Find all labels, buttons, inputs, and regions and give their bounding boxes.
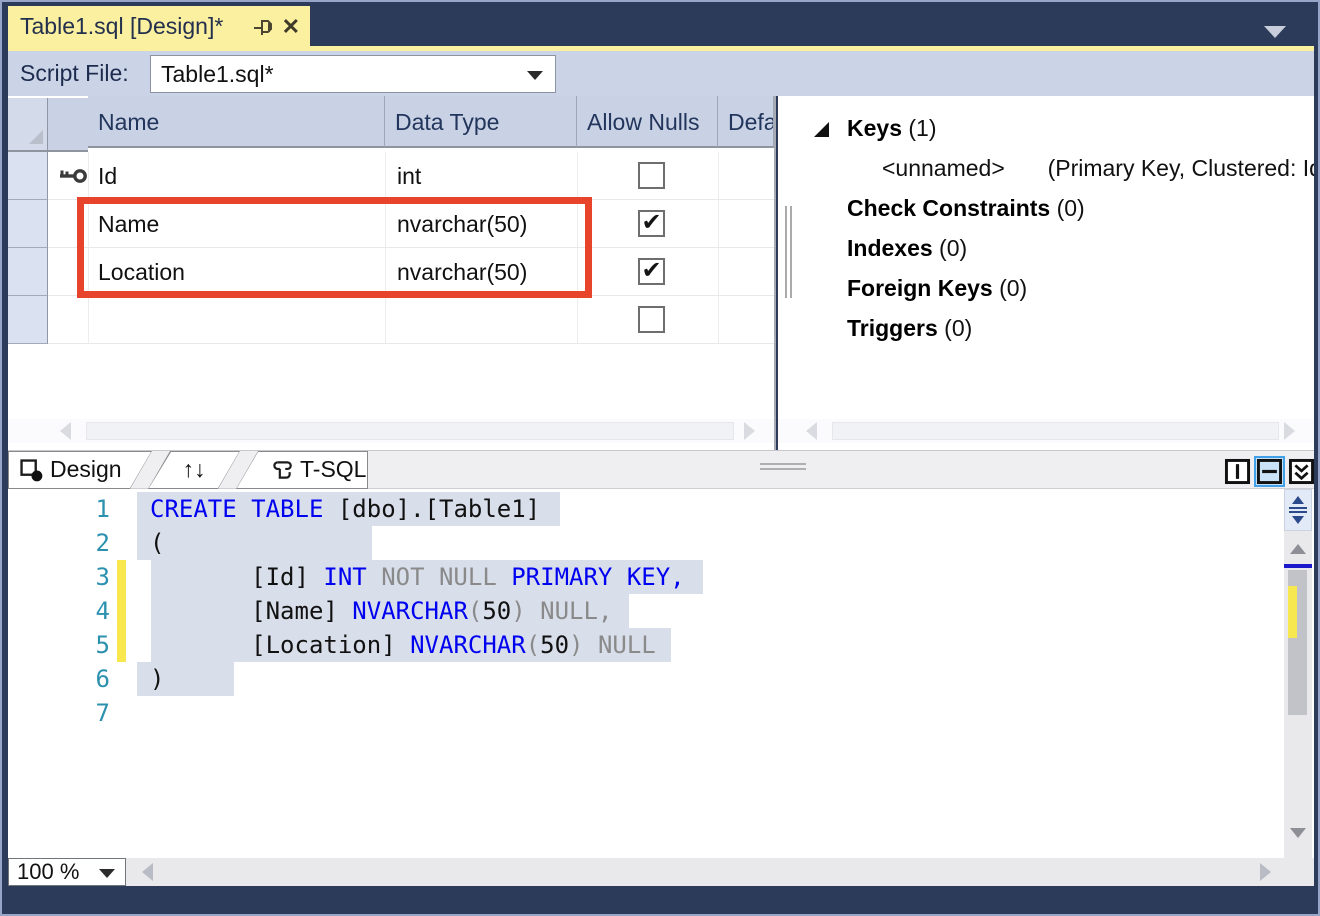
- line-number: 7: [68, 696, 110, 730]
- design-tab-icon: [18, 457, 44, 483]
- line-number: 4: [68, 594, 110, 628]
- row-selector[interactable]: [8, 152, 48, 200]
- pin-icon[interactable]: [252, 15, 276, 39]
- data-type-cell[interactable]: [397, 296, 572, 344]
- table-row: Idint: [8, 152, 774, 200]
- scroll-right-icon[interactable]: [744, 422, 755, 440]
- row-selector[interactable]: [8, 200, 48, 248]
- script-file-bar: Script File: Table1.sql*: [8, 51, 1314, 96]
- check-icon: ✔: [640, 258, 663, 282]
- zoom-level-value: 100 %: [17, 859, 79, 885]
- code-line[interactable]: [Id] INT NOT NULL PRIMARY KEY,: [150, 560, 685, 594]
- grid-hscroll-thumb[interactable]: [86, 422, 734, 440]
- script-file-label: Script File:: [20, 51, 129, 96]
- changed-lines-marker: [1288, 586, 1297, 638]
- collapse-pane-button[interactable]: [1288, 458, 1315, 485]
- tree-item-indexes[interactable]: Indexes (0): [778, 228, 1314, 268]
- combo-dropdown-icon[interactable]: [527, 71, 543, 80]
- scroll-right-icon[interactable]: [1260, 863, 1271, 881]
- code-line[interactable]: ): [150, 662, 164, 696]
- line-number: 5: [68, 628, 110, 662]
- panel-hscrollbar[interactable]: [778, 419, 1314, 443]
- scroll-left-icon[interactable]: [60, 422, 71, 440]
- table-row: [8, 296, 774, 344]
- document-tab[interactable]: Table1.sql [Design]* ✕: [8, 6, 310, 46]
- column-header-allow-nulls[interactable]: Allow Nulls: [577, 96, 718, 148]
- annotation-red-box: [77, 197, 592, 298]
- row-selector[interactable]: [8, 248, 48, 296]
- caret-position-marker: [1284, 564, 1312, 568]
- select-all-cell[interactable]: [8, 98, 48, 152]
- tsql-editor-pane: Design ↑↓ T-SQL: [8, 450, 1314, 886]
- primary-key-icon: [58, 166, 88, 191]
- editor-status-row: 100 %: [8, 858, 1314, 886]
- line-number: 1: [68, 492, 110, 526]
- editor-split-handle[interactable]: [1284, 489, 1312, 531]
- change-bar: [117, 560, 126, 662]
- tree-item-triggers[interactable]: Triggers (0): [778, 308, 1314, 348]
- check-icon: ✔: [640, 210, 663, 234]
- split-horizontal-button[interactable]: [1256, 458, 1283, 485]
- tree-item-unnamed-key[interactable]: <unnamed> (Primary Key, Clustered: Id): [778, 148, 1314, 188]
- column-header-icon[interactable]: [48, 98, 88, 152]
- allow-nulls-checkbox[interactable]: [638, 306, 665, 333]
- select-all-triangle-icon: [29, 130, 43, 144]
- code-line[interactable]: CREATE TABLE [dbo].[Table1]: [150, 492, 540, 526]
- scroll-up-icon[interactable]: [1290, 544, 1306, 554]
- tree-item-check-constraints[interactable]: Check Constraints (0): [778, 188, 1314, 228]
- tree-item-foreign-keys[interactable]: Foreign Keys (0): [778, 268, 1314, 308]
- script-file-value: Table1.sql*: [161, 56, 274, 92]
- column-name-cell[interactable]: Id: [98, 152, 378, 200]
- row-selector[interactable]: [8, 296, 48, 344]
- sash-grip[interactable]: [760, 463, 806, 465]
- tab-tsql[interactable]: T-SQL: [236, 451, 368, 489]
- zoom-level-combobox[interactable]: 100 %: [8, 858, 126, 886]
- scroll-right-icon[interactable]: [1284, 422, 1295, 440]
- line-number: 2: [68, 526, 110, 560]
- data-type-cell[interactable]: int: [397, 152, 572, 200]
- scroll-left-icon[interactable]: [806, 422, 817, 440]
- selection-highlight: [137, 526, 372, 560]
- tsql-scroll-icon: [270, 458, 294, 482]
- keys-context-pane: Keys (1) <unnamed> (Primary Key, Cluster…: [778, 96, 1314, 450]
- tab-design[interactable]: Design: [8, 451, 152, 489]
- tree-item-keys[interactable]: Keys (1): [778, 108, 1314, 148]
- line-number: 3: [68, 560, 110, 594]
- allow-nulls-checkbox[interactable]: [638, 162, 665, 189]
- line-number: 6: [68, 662, 110, 696]
- code-line[interactable]: (: [150, 526, 164, 560]
- column-name-cell[interactable]: [98, 296, 378, 344]
- script-file-combobox[interactable]: Table1.sql*: [150, 55, 556, 93]
- editor-hscrollbar[interactable]: [126, 858, 1314, 886]
- code-line[interactable]: [Location] NVARCHAR(50) NULL: [150, 628, 656, 662]
- document-tab-title: Table1.sql [Design]*: [20, 13, 248, 40]
- close-icon[interactable]: ✕: [282, 14, 300, 40]
- scroll-down-icon[interactable]: [1290, 828, 1306, 838]
- allow-nulls-checkbox[interactable]: ✔: [638, 258, 665, 285]
- column-header-name[interactable]: Name: [88, 96, 385, 148]
- sash-grip[interactable]: [760, 468, 806, 470]
- tab-overflow-chevron-icon[interactable]: [1264, 26, 1286, 38]
- column-header-defa[interactable]: Defa: [718, 96, 774, 148]
- allow-nulls-checkbox[interactable]: ✔: [638, 210, 665, 237]
- grid-hscrollbar[interactable]: [8, 419, 774, 443]
- scroll-left-icon[interactable]: [142, 863, 153, 881]
- column-header-data-type[interactable]: Data Type: [385, 96, 577, 148]
- code-line[interactable]: [Name] NVARCHAR(50) NULL,: [150, 594, 612, 628]
- table-designer-window: Table1.sql [Design]* ✕ Script File: Tabl…: [0, 0, 1320, 916]
- combo-dropdown-icon[interactable]: [99, 869, 115, 878]
- panel-hscroll-thumb[interactable]: [832, 422, 1279, 440]
- split-vertical-button[interactable]: [1224, 458, 1251, 485]
